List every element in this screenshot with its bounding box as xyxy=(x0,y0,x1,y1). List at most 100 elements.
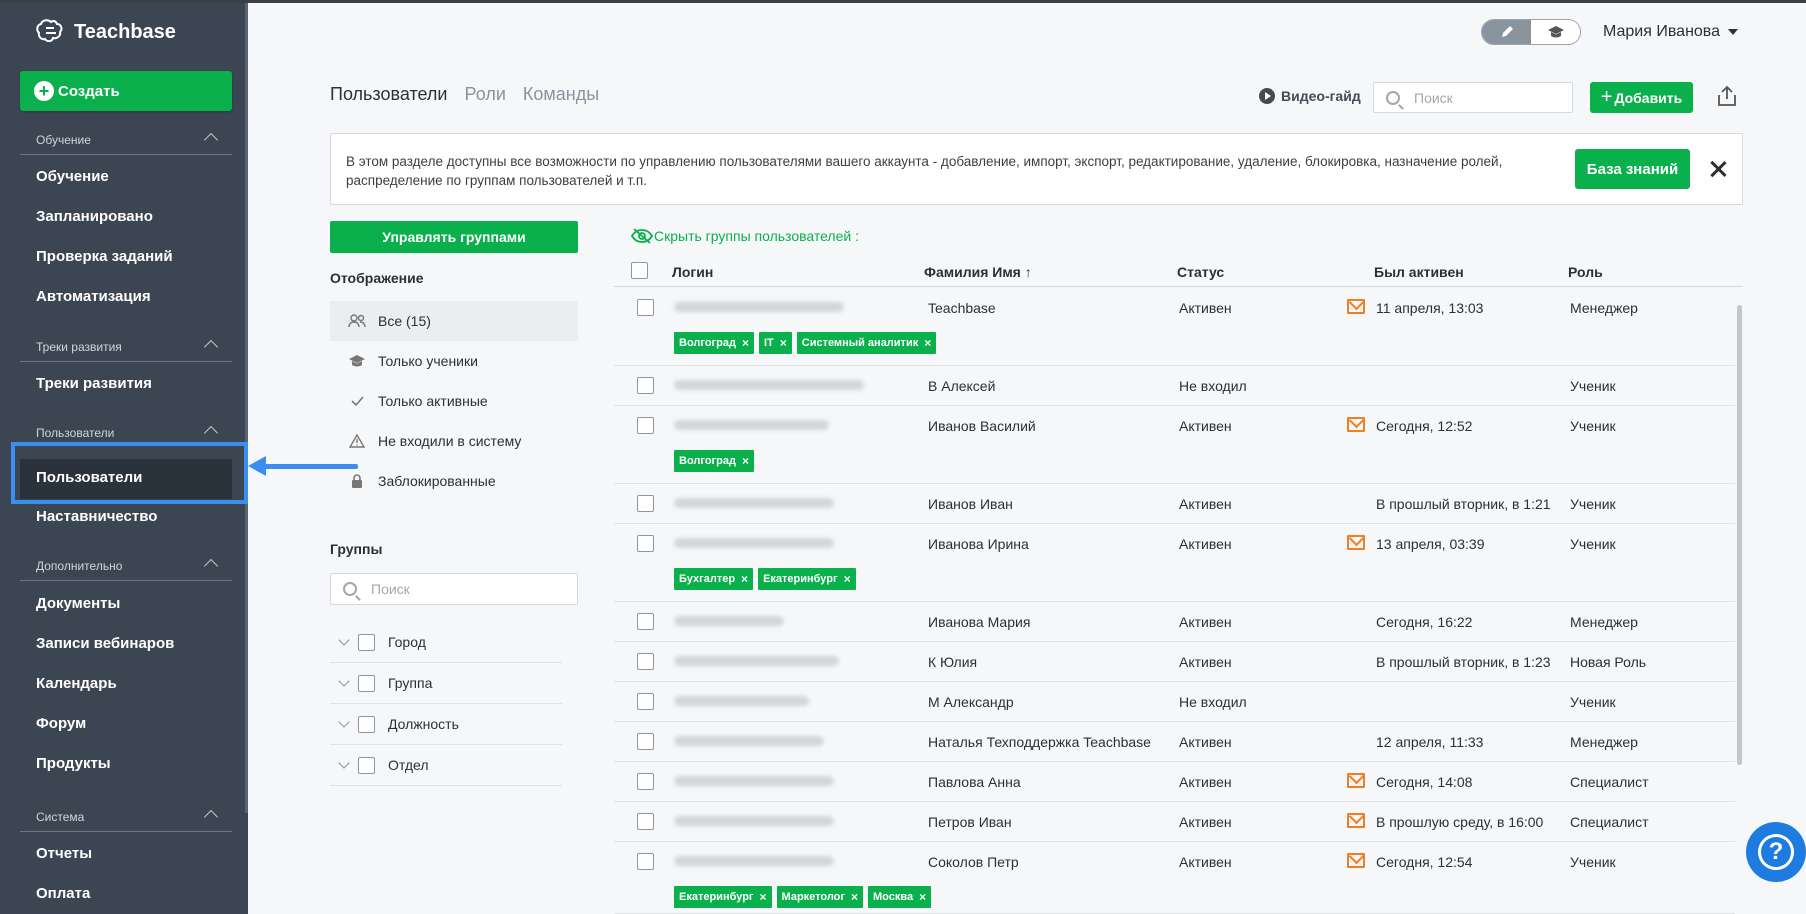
sidebar-item-forum[interactable]: Форум xyxy=(36,715,86,732)
cell-name[interactable]: М Александр xyxy=(928,694,1014,710)
table-row[interactable]: В Алексей Не входил Ученик xyxy=(614,366,1735,406)
checkbox[interactable] xyxy=(358,674,375,692)
cell-name[interactable]: Иванов Иван xyxy=(928,496,1013,512)
select-all-checkbox[interactable] xyxy=(631,262,648,279)
chevron-down-icon[interactable] xyxy=(338,716,350,728)
group-tag[interactable]: IT × xyxy=(758,332,792,354)
sidebar-item-tracks[interactable]: Треки развития xyxy=(36,375,152,392)
sidebar-item-mentoring[interactable]: Наставничество xyxy=(36,508,157,525)
envelope-icon[interactable] xyxy=(1347,773,1365,788)
row-checkbox[interactable] xyxy=(637,853,654,870)
mode-toggle[interactable] xyxy=(1481,19,1581,45)
group-group[interactable]: Группа xyxy=(330,663,562,704)
video-guide-link[interactable]: Видео-гайд xyxy=(1259,88,1361,104)
cell-name[interactable]: Иванов Василий xyxy=(928,418,1036,434)
group-tag[interactable]: Волгоград × xyxy=(674,332,754,354)
sidebar-item-documents[interactable]: Документы xyxy=(36,595,120,612)
cell-name[interactable]: Иванова Мария xyxy=(928,614,1030,630)
sidebar-item-scheduled[interactable]: Запланировано xyxy=(36,208,153,225)
sidebar-section-additional[interactable]: Дополнительно xyxy=(20,558,232,581)
remove-tag-icon[interactable]: × xyxy=(742,336,749,350)
table-row[interactable]: М Александр Не входил Ученик xyxy=(614,682,1735,722)
row-checkbox[interactable] xyxy=(637,535,654,552)
row-checkbox[interactable] xyxy=(637,613,654,630)
manage-groups-button[interactable]: Управлять группами xyxy=(330,221,578,253)
remove-tag-icon[interactable]: × xyxy=(780,336,787,350)
cell-name[interactable]: В Алексей xyxy=(928,378,995,394)
row-checkbox[interactable] xyxy=(637,813,654,830)
cell-name[interactable]: К Юлия xyxy=(928,654,977,670)
column-role[interactable]: Роль xyxy=(1568,264,1603,280)
cell-name[interactable]: Наталья Техподдержка Teachbase xyxy=(928,734,1151,750)
cell-name[interactable]: Teachbase xyxy=(928,300,996,316)
knowledge-base-button[interactable]: База знаний xyxy=(1575,149,1690,189)
sidebar-item-assignments[interactable]: Проверка заданий xyxy=(36,248,173,265)
table-row[interactable]: Иванов Иван Активен В прошлый вторник, в 1… xyxy=(614,484,1735,524)
table-row[interactable]: К Юлия Активен В прошлый вторник, в 1:23 Но… xyxy=(614,642,1735,682)
group-tag[interactable]: Екатеринбург × xyxy=(674,886,772,908)
table-row[interactable]: Павлова Анна Активен Сегодня, 14:08 Специал… xyxy=(614,762,1735,802)
row-checkbox[interactable] xyxy=(637,377,654,394)
edit-mode-button[interactable] xyxy=(1482,20,1531,44)
remove-tag-icon[interactable]: × xyxy=(760,890,767,904)
cell-name[interactable]: Иванова Ирина xyxy=(928,536,1029,552)
sidebar-section-system[interactable]: Система xyxy=(20,809,232,832)
group-department[interactable]: Отдел xyxy=(330,745,562,786)
remove-tag-icon[interactable]: × xyxy=(844,572,851,586)
export-icon[interactable] xyxy=(1715,84,1739,108)
filter-never-logged-in[interactable]: Не входили в систему xyxy=(330,421,578,461)
group-tag[interactable]: Бухгалтер × xyxy=(674,568,754,590)
column-name[interactable]: Фамилия Имя ↑ xyxy=(924,264,1032,280)
chevron-down-icon[interactable] xyxy=(338,757,350,769)
group-tag[interactable]: Маркетолог × xyxy=(776,886,863,908)
group-tag[interactable]: Екатеринбург × xyxy=(758,568,856,590)
table-row[interactable]: Наталья Техподдержка Teachbase Активен 12 … xyxy=(614,722,1735,762)
remove-tag-icon[interactable]: × xyxy=(741,572,748,586)
logo[interactable]: Teachbase xyxy=(36,19,176,45)
table-row[interactable]: Иванова Мария Активен Сегодня, 16:22 Менедж… xyxy=(614,602,1735,642)
remove-tag-icon[interactable]: × xyxy=(742,454,749,468)
create-button[interactable]: + Создать xyxy=(20,71,232,111)
table-scrollbar[interactable] xyxy=(1737,305,1742,765)
sidebar-scrollbar[interactable] xyxy=(245,3,248,813)
sidebar-section-learning[interactable]: Обучение xyxy=(20,132,232,155)
row-checkbox[interactable] xyxy=(637,299,654,316)
column-login[interactable]: Логин xyxy=(672,264,713,280)
table-row[interactable]: Соколов Петр Активен Сегодня, 12:54 Ученик Е… xyxy=(614,842,1735,914)
learner-mode-button[interactable] xyxy=(1531,20,1580,44)
row-checkbox[interactable] xyxy=(637,693,654,710)
filter-blocked[interactable]: Заблокированные xyxy=(330,461,578,501)
row-checkbox[interactable] xyxy=(637,773,654,790)
row-checkbox[interactable] xyxy=(637,417,654,434)
group-city[interactable]: Город xyxy=(330,622,562,663)
sidebar-item-products[interactable]: Продукты xyxy=(36,755,111,772)
group-position[interactable]: Должность xyxy=(330,704,562,745)
help-button[interactable]: ? xyxy=(1746,822,1806,882)
table-row[interactable]: Teachbase Активен 11 апреля, 13:03 Менеджер… xyxy=(614,288,1735,366)
sidebar-item-calendar[interactable]: Календарь xyxy=(36,675,117,692)
tab-teams[interactable]: Команды xyxy=(523,84,599,105)
tab-users[interactable]: Пользователи xyxy=(330,84,447,105)
cell-name[interactable]: Петров Иван xyxy=(928,814,1012,830)
table-row[interactable]: Петров Иван Активен В прошлую среду, в 16:… xyxy=(614,802,1735,842)
remove-tag-icon[interactable]: × xyxy=(919,890,926,904)
close-icon[interactable] xyxy=(1709,160,1727,178)
groups-search-input[interactable]: Поиск xyxy=(330,573,578,605)
user-menu[interactable]: Мария Иванова xyxy=(1603,23,1739,41)
group-tag[interactable]: Системный аналитик × xyxy=(796,332,937,354)
row-checkbox[interactable] xyxy=(637,495,654,512)
checkbox[interactable] xyxy=(358,715,375,733)
envelope-icon[interactable] xyxy=(1347,535,1365,550)
row-checkbox[interactable] xyxy=(637,733,654,750)
envelope-icon[interactable] xyxy=(1347,853,1365,868)
filter-active-only[interactable]: Только активные xyxy=(330,381,578,421)
row-checkbox[interactable] xyxy=(637,653,654,670)
cell-name[interactable]: Павлова Анна xyxy=(928,774,1021,790)
checkbox[interactable] xyxy=(358,633,375,651)
envelope-icon[interactable] xyxy=(1347,813,1365,828)
filter-all[interactable]: Все (15) xyxy=(330,301,578,341)
sidebar-item-payment[interactable]: Оплата xyxy=(36,885,90,902)
table-row[interactable]: Иванов Василий Активен Сегодня, 12:52 Учени… xyxy=(614,406,1735,484)
sidebar-section-tracks[interactable]: Треки развития xyxy=(20,339,232,362)
chevron-down-icon[interactable] xyxy=(338,634,350,646)
